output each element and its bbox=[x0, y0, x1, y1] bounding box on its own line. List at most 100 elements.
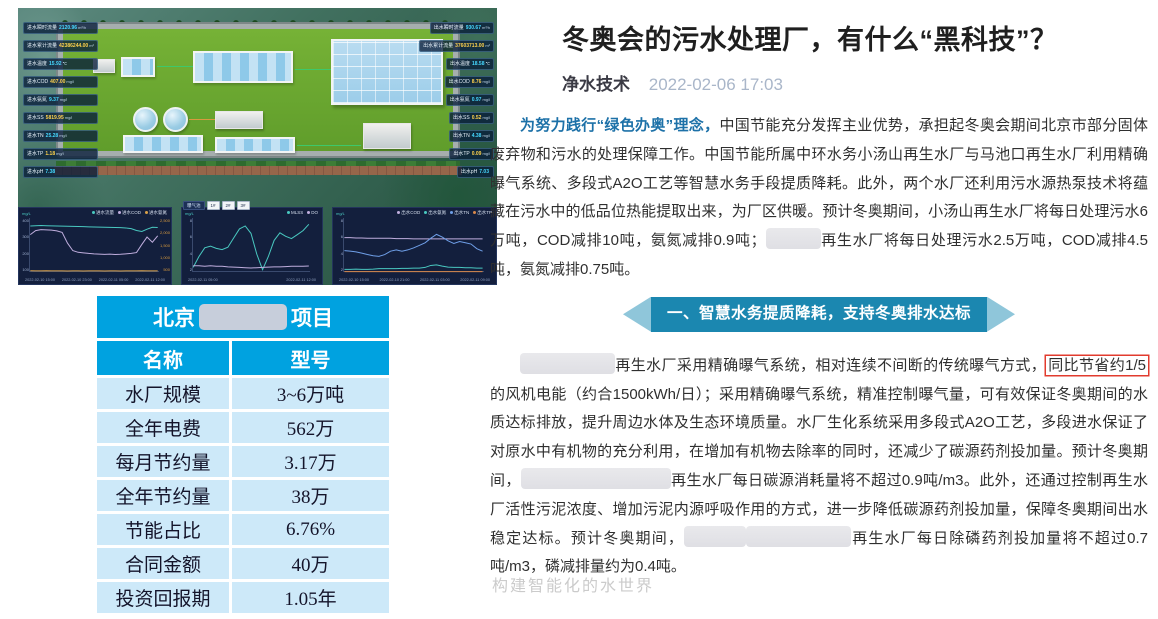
dashboard-charts: 进水流量进水COD进水氨氮 mg/L 400300200100 2,5002,0… bbox=[18, 207, 497, 285]
legend-item[interactable]: 出水氨氮 bbox=[424, 210, 446, 216]
source-name[interactable]: 净水技术 bbox=[562, 75, 630, 94]
cell-name: 全年电费 bbox=[97, 412, 229, 443]
inlet-sensor-labels: 进水瞬时流量2120.96m³/h 进水累计流量42386244.00m³ 进水温度… bbox=[23, 22, 98, 178]
chart-legend: 进水流量进水COD 进水氨氮 bbox=[92, 210, 167, 216]
table-row: 全年节约量38万 bbox=[97, 480, 389, 511]
sensor-reading: 进水氨氮9.37mg/l bbox=[23, 94, 98, 106]
chart-panel-mlss-do: MLSSDO mg/L 8642 2022-02-11 05:002022-02… bbox=[181, 207, 323, 285]
legend-item[interactable]: DO bbox=[307, 210, 318, 215]
article-panel: 冬奥会的污水处理厂，有什么“黑科技”？ 净水技术 2022-02-06 17:0… bbox=[488, 0, 1150, 619]
legend-item[interactable]: 进水COD bbox=[118, 210, 141, 216]
table-title-prefix: 北京 bbox=[153, 302, 195, 332]
chart-legend: MLSS DO bbox=[287, 210, 318, 215]
publish-timestamp: 2022-02-06 17:03 bbox=[649, 75, 783, 94]
line-chart bbox=[29, 218, 159, 274]
table-row: 节能占比6.76% bbox=[97, 514, 389, 545]
col-header-model: 型号 bbox=[232, 341, 389, 375]
cell-value: 6.76% bbox=[232, 514, 389, 545]
chart-panel-outflow: 出水COD出水氨氮出水TN出水TP mg/L 8642 2022-02-10 1… bbox=[332, 207, 497, 285]
table-row: 水厂规模3~6万吨 bbox=[97, 378, 389, 409]
cell-name: 节能占比 bbox=[97, 514, 229, 545]
tank-button[interactable]: 2# bbox=[222, 201, 235, 210]
cell-name: 合同金额 bbox=[97, 548, 229, 579]
watermark-text: 构建智能化的水世界 bbox=[492, 572, 654, 596]
sensor-reading: 进水pH7.38 bbox=[23, 166, 98, 178]
sensor-reading: 进水TN25.28mg/l bbox=[23, 130, 98, 142]
sensor-reading: 进水温度15.92℃ bbox=[23, 58, 98, 70]
table-row: 每月节约量3.17万 bbox=[97, 446, 389, 477]
sensor-reading: 进水累计流量42386244.00m³ bbox=[23, 40, 98, 52]
banner-wing-right-icon bbox=[987, 297, 1015, 332]
table-title-suffix: 项目 bbox=[291, 302, 333, 332]
process-pipe bbox=[295, 69, 331, 70]
process-pipe bbox=[157, 66, 193, 67]
banner-wing-left-icon bbox=[623, 297, 651, 332]
byline: 净水技术 2022-02-06 17:03 bbox=[562, 70, 783, 95]
inlet-pool bbox=[121, 57, 155, 77]
tank-button[interactable]: 3# bbox=[237, 201, 250, 210]
redacted-text bbox=[684, 526, 746, 547]
sensor-reading: 进水TP1.18mg/l bbox=[23, 148, 98, 160]
mid-building bbox=[215, 111, 263, 129]
paragraph-2-text: 再生水厂采用精确曝气系统，相对连续不间断的传统曝气方式， bbox=[615, 357, 1046, 374]
process-pipe bbox=[297, 145, 361, 146]
circular-tank-2 bbox=[163, 107, 188, 132]
paragraph-1-lead: 为努力践行“绿色办奥”理念， bbox=[520, 117, 719, 134]
sensor-reading: 出水COD8.76mg/l bbox=[445, 76, 494, 88]
table-row: 投资回报期1.05年 bbox=[97, 582, 389, 613]
highlighted-text: 同比节省约1/5 bbox=[1046, 356, 1148, 375]
paragraph-1: 为努力践行“绿色办奥”理念，中国节能充分发挥主业优势，承担起冬奥会期间北京市部分… bbox=[490, 112, 1148, 285]
section-banner: 一、智慧水务提质降耗，支持冬奥排水达标 bbox=[618, 297, 1020, 332]
sensor-reading: 进水瞬时流量2120.96m³/h bbox=[23, 22, 98, 34]
outlet-sensor-labels: 出水瞬时流量930.67m³/h 出水累计流量37603713.00m³ 出水温度1… bbox=[419, 22, 494, 178]
legend-item[interactable]: 出水TN bbox=[450, 210, 469, 216]
cell-value: 40万 bbox=[232, 548, 389, 579]
brick-wall bbox=[54, 166, 462, 175]
cell-value: 562万 bbox=[232, 412, 389, 443]
y-axis-unit: mg/L bbox=[185, 211, 194, 216]
chart-panel-inflow: 进水流量进水COD进水氨氮 mg/L 400300200100 2,5002,0… bbox=[18, 207, 172, 285]
sludge-pipe bbox=[189, 119, 215, 120]
cell-value: 1.05年 bbox=[232, 582, 389, 613]
x-axis-ticks: 2022-02-10 15:002022-02-10 23:002022-02-… bbox=[25, 278, 165, 282]
sensor-reading: 出水温度18.58℃ bbox=[446, 58, 494, 70]
sensor-reading: 进水SS5819.95mg/l bbox=[23, 112, 98, 124]
sedimentation-pool bbox=[123, 135, 203, 153]
table-title: 北京 项目 bbox=[97, 296, 389, 338]
y-axis-ticks: 8642 bbox=[335, 218, 343, 272]
legend-item[interactable]: MLSS bbox=[287, 210, 303, 215]
cell-value: 3~6万吨 bbox=[232, 378, 389, 409]
table-row: 全年电费562万 bbox=[97, 412, 389, 443]
plant-site-3d-view bbox=[58, 24, 458, 156]
section-title: 一、智慧水务提质降耗，支持冬奥排水达标 bbox=[651, 297, 987, 332]
paragraph-2: 再生水厂采用精确曝气系统，相对连续不间断的传统曝气方式，同比节省约1/5的风机电… bbox=[490, 352, 1148, 582]
cell-name: 每月节约量 bbox=[97, 446, 229, 477]
sensor-reading: 出水瞬时流量930.67m³/h bbox=[430, 22, 494, 34]
cell-name: 投资回报期 bbox=[97, 582, 229, 613]
cell-value: 3.17万 bbox=[232, 446, 389, 477]
dewatering-building bbox=[363, 123, 411, 149]
cell-name: 全年节约量 bbox=[97, 480, 229, 511]
y-axis-ticks: 400300200100 bbox=[21, 218, 29, 272]
legend-item[interactable]: 进水流量 bbox=[92, 210, 114, 216]
plant-dashboard-image: 进水瞬时流量2120.96m³/h 进水累计流量42386244.00m³ 进水温度… bbox=[18, 8, 497, 285]
legend-item[interactable]: 出水COD bbox=[397, 210, 420, 216]
sensor-reading: 进水COD407.00mg/l bbox=[23, 76, 98, 88]
tank-button[interactable]: 1# bbox=[207, 201, 220, 210]
y-axis-unit: mg/L bbox=[336, 211, 345, 216]
circular-tank-1 bbox=[133, 107, 158, 132]
redacted-text bbox=[766, 228, 821, 249]
aeration-tank-selector: 曝气池1#2#3# bbox=[183, 201, 250, 210]
aeration-pool bbox=[193, 51, 293, 83]
line-chart bbox=[343, 218, 484, 274]
redacted-project-name bbox=[199, 304, 287, 330]
project-table: 北京 项目 名称 型号 水厂规模3~6万吨全年电费562万每月节约量3.17万全… bbox=[97, 296, 389, 616]
legend-item[interactable]: 出水TP bbox=[473, 210, 492, 216]
legend-item[interactable]: 进水氨氮 bbox=[145, 210, 167, 216]
x-axis-ticks: 2022-02-11 05:002022-02-11 12:00 bbox=[188, 278, 316, 282]
sensor-reading: 出水累计流量37603713.00m³ bbox=[419, 40, 494, 52]
redacted-text bbox=[746, 526, 851, 547]
cell-value: 38万 bbox=[232, 480, 389, 511]
table-header-row: 名称 型号 bbox=[97, 341, 389, 375]
sensor-reading: 出水氨氮0.97mg/l bbox=[446, 94, 494, 106]
